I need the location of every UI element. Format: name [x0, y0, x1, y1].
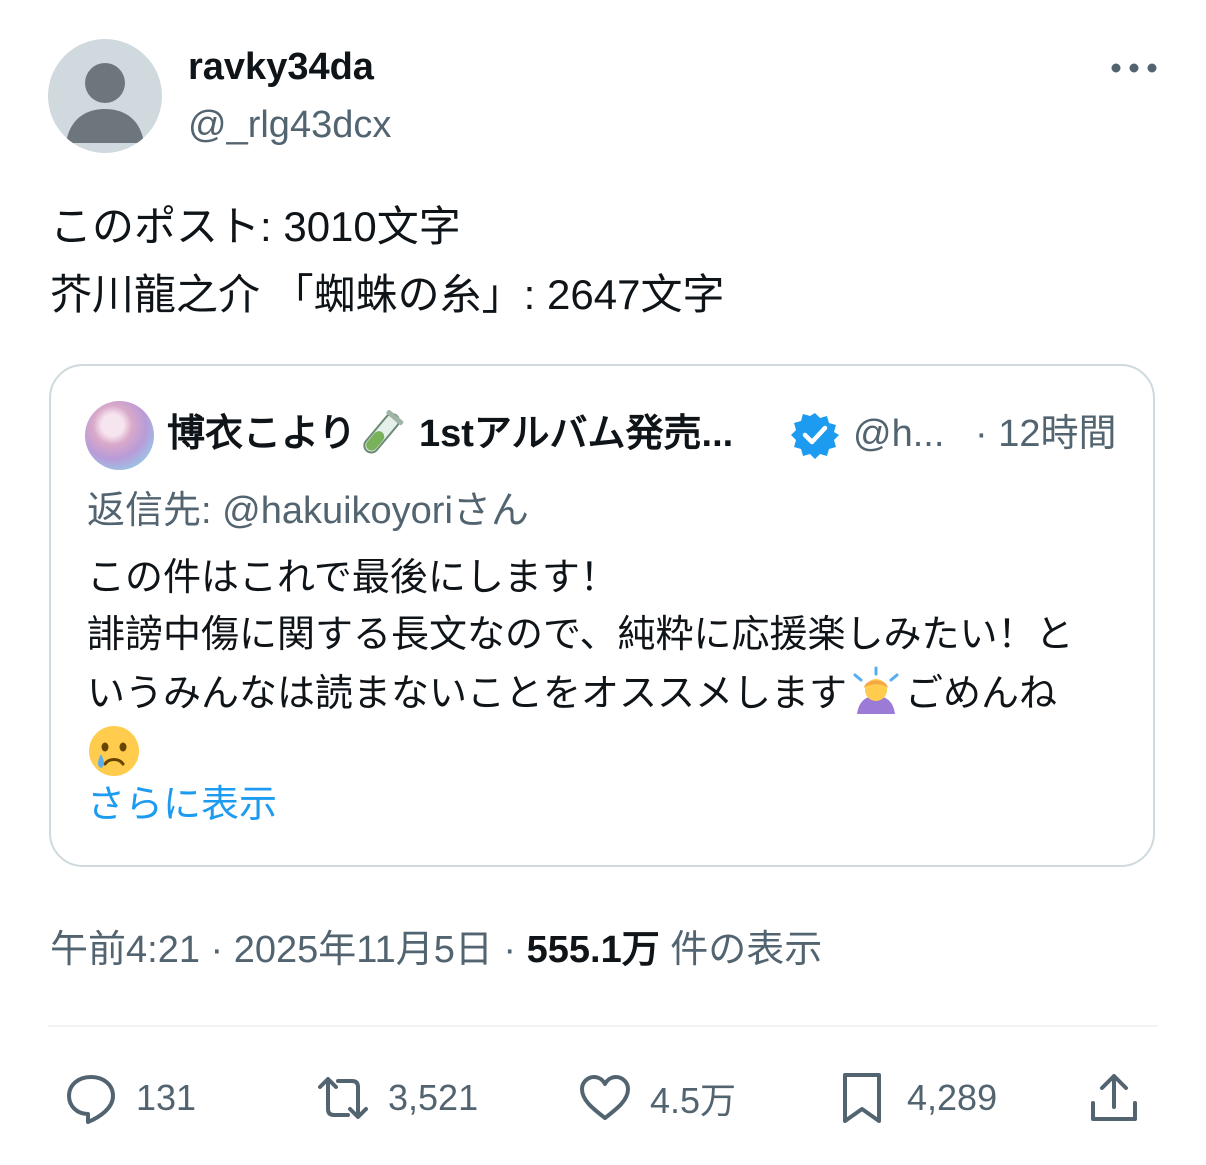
- quoted-text-line: 誹謗中傷に関する長文なので、純粋に応援楽しみたい！と: [87, 614, 1074, 656]
- avatar[interactable]: [48, 39, 162, 153]
- bookmark-icon: [843, 1073, 881, 1123]
- show-more-link[interactable]: さらに表示: [87, 779, 277, 831]
- share-button[interactable]: [1087, 1068, 1141, 1128]
- view-count: 555.1万: [526, 929, 660, 971]
- bookmark-count: 4,289: [907, 1077, 998, 1118]
- default-avatar-icon: [66, 63, 144, 143]
- quoted-post-card[interactable]: 博衣こより 1stアルバム発売... @h... · 12時間 返信先: @ha…: [49, 364, 1155, 867]
- crying-face-emoji: [89, 726, 139, 776]
- reply-count: 131: [136, 1077, 197, 1118]
- post-timestamp[interactable]: 午前4:21 · 2025年11月5日 ·: [50, 929, 527, 971]
- reply-to-label: 返信先: @hakuikoyoriさん: [87, 490, 529, 532]
- author-name[interactable]: ravky34da: [188, 44, 374, 90]
- share-icon: [1091, 1074, 1137, 1121]
- more-icon: [1111, 63, 1157, 73]
- verified-badge-icon: [791, 413, 839, 459]
- quoted-author-name[interactable]: 博衣こより: [167, 408, 356, 460]
- repost-count: 3,521: [388, 1077, 479, 1118]
- author-handle[interactable]: @_rlg43dcx: [188, 102, 391, 148]
- post-text-line: このポスト: 3010文字: [50, 203, 461, 250]
- reply-button[interactable]: 131: [64, 1068, 196, 1128]
- reply-icon: [67, 1075, 115, 1124]
- divider: [48, 1025, 1158, 1027]
- like-count: 4.5万: [650, 1080, 737, 1121]
- quoted-text-segment: いうみんなは読まないことをオススメします: [87, 673, 848, 715]
- quoted-text-line: この件はこれで最後にします！: [87, 557, 618, 599]
- heart-icon: [580, 1075, 630, 1120]
- view-count-label: 件の表示: [659, 929, 823, 971]
- post-metadata: 午前4:21 · 2025年11月5日 · 555.1万 件の表示: [50, 924, 822, 976]
- more-options-button[interactable]: [1108, 50, 1160, 86]
- repost-button[interactable]: 3,521: [316, 1068, 478, 1128]
- quoted-author-handle[interactable]: @h...: [853, 408, 944, 460]
- quoted-text-line: いうみんなは読まないことをオススメします ごめんね: [87, 666, 1057, 720]
- person-bowing-emoji: [853, 666, 899, 714]
- like-button[interactable]: 4.5万: [578, 1068, 736, 1128]
- post-text-line: 芥川龍之介 「蜘蛛の糸」: 2647文字: [50, 271, 725, 318]
- quoted-text-segment: ごめんね: [905, 673, 1058, 715]
- bookmark-button[interactable]: 4,289: [835, 1068, 997, 1128]
- test-tube-emoji: [363, 410, 404, 454]
- quoted-author-name-suffix[interactable]: 1stアルバム発売...: [419, 408, 733, 460]
- quoted-author-avatar[interactable]: [85, 401, 154, 470]
- quoted-post-time[interactable]: · 12時間: [975, 408, 1116, 460]
- repost-icon: [318, 1077, 368, 1119]
